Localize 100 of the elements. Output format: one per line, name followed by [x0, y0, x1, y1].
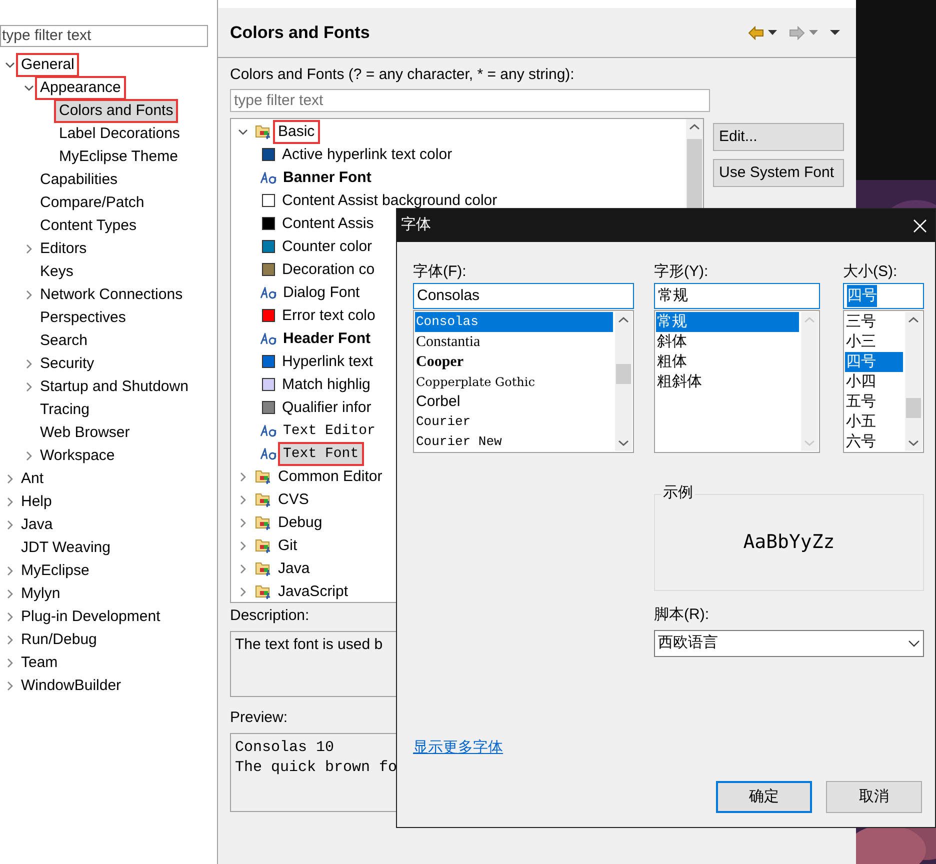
tree-item[interactable]: JDT Weaving: [18, 538, 114, 558]
page-title: Colors and Fonts: [230, 22, 370, 44]
tree-item[interactable]: MyEclipse: [18, 560, 92, 580]
list-option[interactable]: Consolas: [415, 312, 613, 332]
tree-item[interactable]: Compare/Patch: [37, 192, 148, 212]
list-option[interactable]: Constantia: [415, 332, 613, 352]
tree-item[interactable]: Text Font: [280, 444, 362, 464]
list-option[interactable]: 粗斜体: [656, 372, 799, 392]
input-field[interactable]: Consolas: [413, 283, 634, 309]
tree-item[interactable]: Content Assis: [279, 214, 377, 234]
tree-item[interactable]: Debug: [275, 512, 326, 532]
preview-label: Preview:: [230, 708, 288, 728]
list-option[interactable]: Courier New: [415, 432, 613, 452]
filter-field[interactable]: type filter text: [0, 25, 208, 47]
filter-field[interactable]: type filter text: [230, 89, 710, 112]
tree-item[interactable]: Perspectives: [37, 308, 129, 328]
preview-text: The quick brown fo: [235, 758, 398, 778]
tree-item[interactable]: Appearance: [37, 78, 124, 98]
more-fonts-link[interactable]: 显示更多字体: [413, 736, 503, 759]
list-option[interactable]: 小三: [845, 332, 903, 352]
tree-item[interactable]: WindowBuilder: [18, 676, 124, 696]
scrollbar-thumb[interactable]: [616, 364, 631, 384]
tree-item[interactable]: Error text colo: [279, 306, 378, 326]
input-field[interactable]: 四号: [843, 283, 924, 309]
tree-item[interactable]: MyEclipse Theme: [56, 146, 181, 166]
tree-item[interactable]: Qualifier infor: [279, 398, 374, 418]
tree-item[interactable]: Active hyperlink text color: [279, 144, 456, 164]
tree-item[interactable]: Content Types: [37, 216, 140, 236]
side-button[interactable]: Use System Font: [713, 159, 844, 187]
scrollbar[interactable]: [615, 312, 632, 451]
tree-item[interactable]: Editors: [37, 238, 90, 258]
tree-item[interactable]: Help: [18, 492, 55, 512]
list-option[interactable]: 四号: [845, 352, 903, 372]
tree-item[interactable]: Banner Font: [280, 168, 374, 188]
tree-item[interactable]: Capabilities: [37, 170, 121, 190]
tree-item[interactable]: Match highlig: [279, 374, 374, 394]
tree-item[interactable]: Run/Debug: [18, 630, 100, 650]
column-label: 字形(Y):: [654, 262, 708, 282]
tree-item[interactable]: Header Font: [280, 328, 374, 348]
tree-item[interactable]: Git: [275, 536, 300, 556]
script-select[interactable]: 西欧语言: [654, 630, 924, 657]
side-button[interactable]: Edit...: [713, 123, 844, 151]
tree-item[interactable]: Web Browser: [37, 422, 133, 442]
list-option[interactable]: 小四: [845, 372, 903, 392]
tree-item[interactable]: Dialog Font: [280, 282, 363, 302]
tree-item[interactable]: CVS: [275, 490, 312, 510]
dialog-button[interactable]: 取消: [826, 781, 922, 813]
dialog-button[interactable]: 确定: [716, 781, 812, 813]
list-option[interactable]: 小五: [845, 412, 903, 432]
dropdown-icon[interactable]: [768, 30, 777, 36]
input-field[interactable]: 常规: [654, 283, 820, 309]
tree-item[interactable]: Label Decorations: [56, 124, 183, 144]
tree-item[interactable]: Common Editor: [275, 466, 386, 486]
dialog-title: 字体: [401, 215, 431, 236]
script-label: 脚本(R):: [654, 605, 709, 625]
list-option[interactable]: 粗体: [656, 352, 799, 372]
tree-item[interactable]: Java: [275, 558, 313, 578]
list-option[interactable]: 五号: [845, 392, 903, 412]
tree-item[interactable]: JavaScript: [275, 582, 352, 602]
tree-item[interactable]: Ant: [18, 468, 47, 488]
tree-item[interactable]: Startup and Shutdown: [37, 376, 192, 396]
close-icon[interactable]: [913, 218, 927, 232]
tree-item[interactable]: Team: [18, 652, 61, 672]
list-option[interactable]: Cooper: [415, 352, 613, 372]
folder-icon: [255, 123, 273, 140]
tree-item[interactable]: General: [18, 54, 78, 74]
list-option[interactable]: 常规: [656, 312, 799, 332]
chevron-down-icon: [908, 640, 920, 648]
tree-item[interactable]: Colors and Fonts: [56, 100, 176, 120]
scrollbar[interactable]: [905, 312, 922, 451]
tree-item[interactable]: Plug-in Development: [18, 606, 164, 626]
field-value: Consolas: [417, 286, 480, 306]
tree-item[interactable]: Search: [37, 330, 91, 350]
tree-item[interactable]: Tracing: [37, 400, 92, 420]
sample-text: AaBbYyZz: [743, 530, 835, 556]
font-icon: [260, 286, 278, 298]
tree-item[interactable]: Hyperlink text: [279, 352, 376, 372]
folder-icon: [255, 468, 273, 485]
folder-icon: [255, 537, 273, 554]
tree-item[interactable]: Mylyn: [18, 584, 64, 604]
tree-item[interactable]: Counter color: [279, 236, 376, 256]
list-option[interactable]: Corbel: [415, 392, 613, 412]
tree-item[interactable]: Workspace: [37, 446, 118, 466]
tree-item[interactable]: Security: [37, 354, 98, 374]
list-option[interactable]: Copperplate Gothic: [415, 372, 613, 392]
tree-item[interactable]: Network Connections: [37, 284, 186, 304]
tree-item[interactable]: Java: [18, 514, 56, 534]
tree-item[interactable]: Decoration co: [279, 260, 378, 280]
list-option[interactable]: 三号: [845, 312, 903, 332]
back-arrow-icon[interactable]: [748, 26, 764, 40]
tree-item[interactable]: Text Editor: [280, 420, 378, 440]
tree-item[interactable]: Keys: [37, 262, 76, 282]
tree-item[interactable]: Basic: [275, 122, 318, 142]
list-option[interactable]: 斜体: [656, 332, 799, 352]
scrollbar-thumb[interactable]: [906, 398, 921, 418]
menu-icon[interactable]: [830, 30, 840, 36]
list-option[interactable]: Courier: [415, 412, 613, 432]
tree-item[interactable]: Content Assist background color: [279, 190, 500, 210]
font-icon: [260, 424, 278, 436]
list-option[interactable]: 六号: [845, 432, 903, 452]
